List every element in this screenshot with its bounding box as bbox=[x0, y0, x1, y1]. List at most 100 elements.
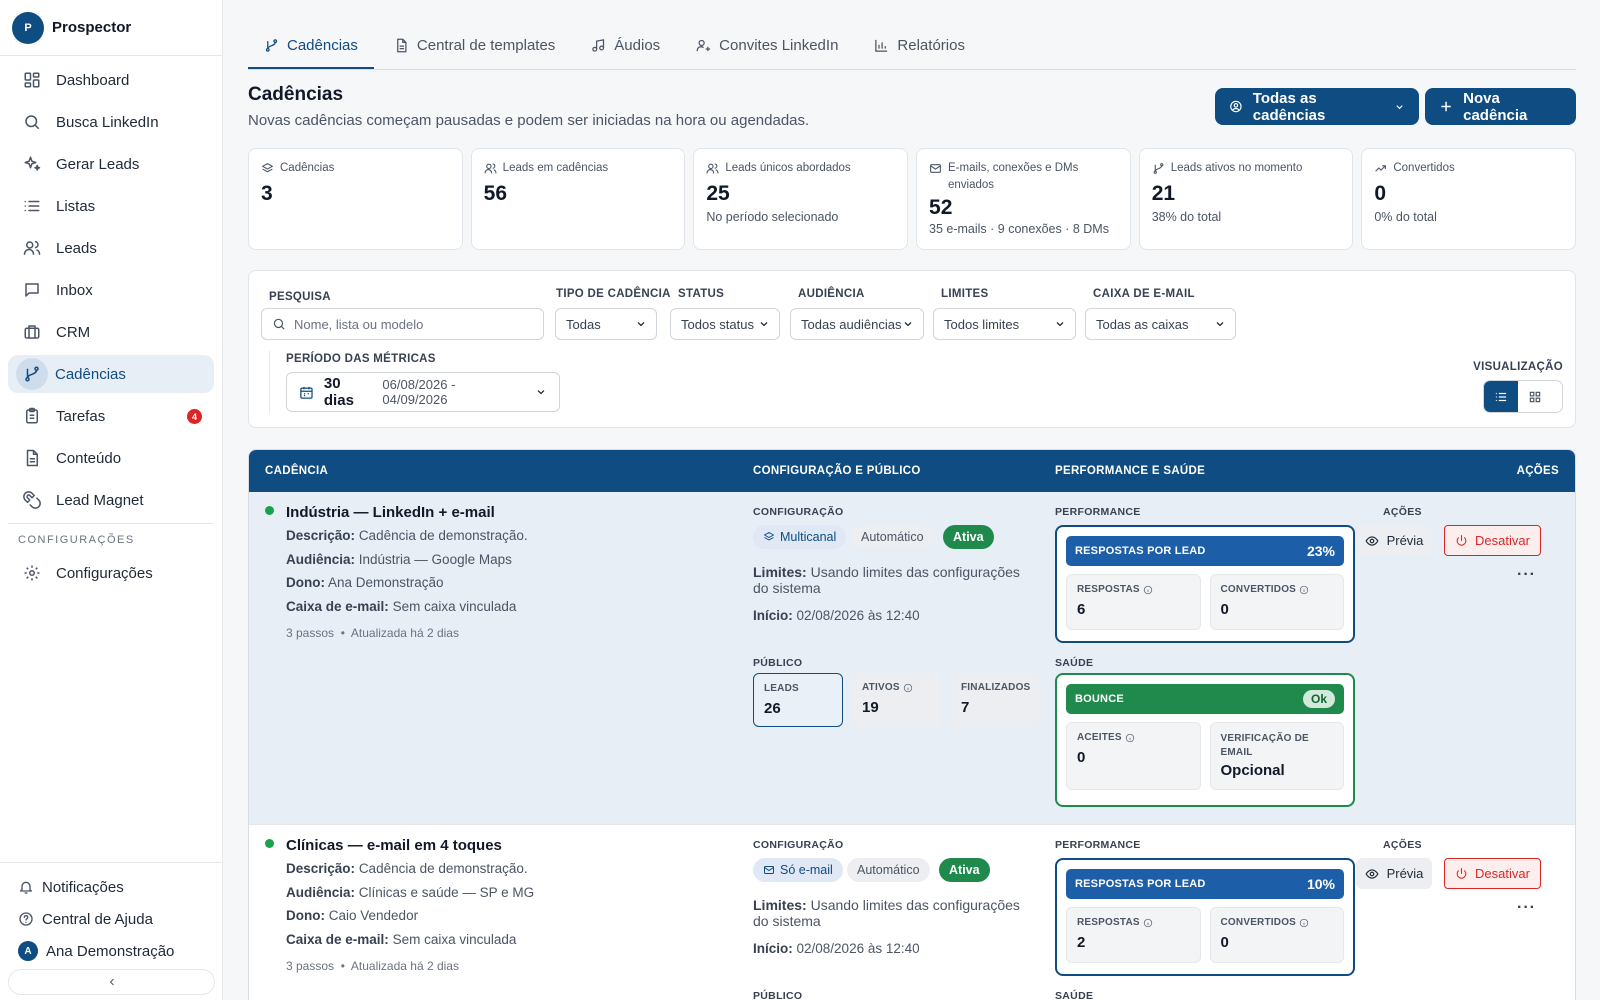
branch-icon bbox=[1152, 162, 1165, 175]
cadence-inbox: Caixa de e-mail: Sem caixa vinculada bbox=[286, 599, 516, 614]
sidebar-item-busca-linkedin[interactable]: Busca LinkedIn bbox=[8, 103, 214, 141]
new-cadence-button[interactable]: Nova cadência bbox=[1425, 88, 1576, 125]
info-icon bbox=[903, 683, 913, 693]
info-icon bbox=[1125, 733, 1135, 743]
section-label: PERFORMANCE bbox=[1055, 506, 1141, 518]
converted-stat: CONVERTIDOS 0 bbox=[1209, 574, 1344, 630]
collapse-sidebar-button[interactable] bbox=[8, 969, 215, 995]
filters-panel: PESQUISA Nome, lista ou modelo TIPO DE C… bbox=[248, 270, 1576, 428]
table-row[interactable]: Indústria — LinkedIn + e-mail Descrição:… bbox=[249, 492, 1575, 825]
more-options-icon[interactable]: ··· bbox=[1517, 566, 1536, 584]
deactivate-label: Desativar bbox=[1475, 866, 1530, 881]
stat-label: RESPOSTAS bbox=[1077, 917, 1140, 928]
sidebar-item-gerar-leads[interactable]: Gerar Leads bbox=[8, 145, 214, 183]
clipboard-icon bbox=[23, 407, 41, 425]
tab-label: Cadências bbox=[287, 37, 358, 54]
sidebar-item-cadencias[interactable]: Cadências bbox=[8, 355, 214, 393]
deactivate-button[interactable]: Desativar bbox=[1444, 858, 1541, 889]
help-icon bbox=[18, 911, 34, 927]
list-view-button[interactable] bbox=[1484, 381, 1518, 412]
period-picker[interactable]: 30 dias 06/08/2026 - 04/09/2026 bbox=[286, 372, 560, 412]
mail-icon bbox=[763, 864, 775, 876]
field-key: Caixa de e-mail: bbox=[286, 932, 389, 947]
sidebar-item-lead-magnet[interactable]: Lead Magnet bbox=[8, 481, 214, 519]
leads-stat[interactable]: LEADS 26 bbox=[753, 673, 843, 727]
responses-per-lead-header: RESPOSTAS POR LEAD 10% bbox=[1066, 869, 1344, 899]
sidebar-item-dashboard[interactable]: Dashboard bbox=[8, 61, 214, 99]
cadence-description: Descrição: Cadência de demonstração. bbox=[286, 861, 528, 876]
cadences-table: CADÊNCIA CONFIGURAÇÃO E PÚBLICO PERFORMA… bbox=[248, 449, 1576, 1000]
metric-label: RESPOSTAS POR LEAD bbox=[1075, 545, 1206, 557]
stat-value: 2 bbox=[1077, 934, 1086, 951]
search-input[interactable]: Nome, lista ou modelo bbox=[261, 308, 544, 340]
audiencia-select[interactable]: Todas audiências bbox=[790, 308, 924, 340]
status-badge: Ativa bbox=[943, 525, 994, 549]
page-subtitle: Novas cadências começam pausadas e podem… bbox=[248, 112, 810, 129]
dashboard-icon bbox=[23, 71, 41, 89]
tab-label: Central de templates bbox=[416, 37, 556, 54]
section-label: PÚBLICO bbox=[753, 657, 803, 669]
field-value: Cadência de demonstração. bbox=[358, 861, 528, 876]
sidebar-item-label: Lead Magnet bbox=[56, 491, 144, 509]
stat-card-leads-em-cadencias: Leads em cadências 56 bbox=[470, 148, 686, 250]
help-center-link[interactable]: Central de Ajuda bbox=[0, 903, 222, 935]
sidebar-item-tarefas[interactable]: Tarefas 4 bbox=[8, 397, 214, 435]
sidebar-item-label: Conteúdo bbox=[56, 449, 122, 467]
field-key: Audiência: bbox=[286, 885, 356, 900]
tab-relatorios[interactable]: Relatórios bbox=[858, 24, 981, 69]
search-icon bbox=[272, 317, 286, 331]
status-select[interactable]: Todos status bbox=[670, 308, 780, 340]
tab-convites-linkedin[interactable]: Convites LinkedIn bbox=[680, 24, 854, 69]
search-label: PESQUISA bbox=[269, 291, 331, 303]
grid-view-button[interactable] bbox=[1518, 381, 1552, 412]
cadence-name[interactable]: Indústria — LinkedIn + e-mail bbox=[286, 504, 495, 521]
deactivate-label: Desativar bbox=[1475, 533, 1530, 548]
stat-sub: No período selecionado bbox=[706, 210, 839, 224]
sidebar-item-label: Tarefas bbox=[56, 407, 106, 425]
preview-button[interactable]: Prévia bbox=[1356, 858, 1432, 889]
tab-cadencias[interactable]: Cadências bbox=[248, 24, 374, 69]
field-value: Caio Vendedor bbox=[328, 908, 419, 923]
tipo-select[interactable]: Todas bbox=[555, 308, 657, 340]
caixa-select[interactable]: Todas as caixas bbox=[1085, 308, 1236, 340]
mode-chip: Automático bbox=[847, 858, 930, 882]
more-options-icon[interactable]: ··· bbox=[1517, 899, 1536, 917]
user-menu[interactable]: A Ana Demonstração bbox=[0, 935, 222, 967]
cadence-audience: Audiência: Clínicas e saúde — SP e MG bbox=[286, 885, 534, 900]
brand[interactable]: P Prospector bbox=[0, 0, 222, 56]
briefcase-icon bbox=[23, 323, 41, 341]
tab-central-de-templates[interactable]: Central de templates bbox=[378, 24, 571, 69]
limites-select[interactable]: Todos limites bbox=[933, 308, 1076, 340]
deactivate-button[interactable]: Desativar bbox=[1444, 525, 1541, 556]
ativos-stat[interactable]: ATIVOS 19 bbox=[852, 673, 942, 727]
sidebar-item-configuracoes[interactable]: Configurações bbox=[8, 554, 214, 592]
sidebar-item-inbox[interactable]: Inbox bbox=[8, 271, 214, 309]
tab-audios[interactable]: Áudios bbox=[575, 24, 676, 69]
field-key: Limites: bbox=[753, 897, 807, 913]
table-row[interactable]: Clínicas — e-mail em 4 toques Descrição:… bbox=[249, 825, 1575, 1000]
sidebar-item-conteudo[interactable]: Conteúdo bbox=[8, 439, 214, 477]
sidebar-item-listas[interactable]: Listas bbox=[8, 187, 214, 225]
preview-button[interactable]: Prévia bbox=[1356, 525, 1432, 556]
health-card: BOUNCE Ok ACEITES 0 VERIFICAÇÃO DE EMAIL Op… bbox=[1055, 673, 1355, 807]
channel-chip: Multicanal bbox=[753, 525, 847, 549]
stat-label: Cadências bbox=[280, 162, 335, 174]
section-label: AÇÕES bbox=[1383, 839, 1422, 851]
preview-label: Prévia bbox=[1386, 866, 1424, 881]
field-value: Sem caixa vinculada bbox=[392, 599, 517, 614]
notifications-link[interactable]: Notificações bbox=[0, 871, 222, 903]
stat-label: VERIFICAÇÃO DE EMAIL bbox=[1220, 733, 1309, 758]
cadence-meta: 3 passos • Atualizada há 2 dias bbox=[286, 959, 459, 973]
field-value: 02/08/2026 às 12:40 bbox=[796, 608, 920, 623]
sidebar-item-crm[interactable]: CRM bbox=[8, 313, 214, 351]
sidebar-item-leads[interactable]: Leads bbox=[8, 229, 214, 267]
mode-chip: Automático bbox=[851, 525, 934, 549]
finalizados-stat[interactable]: FINALIZADOS 7 bbox=[951, 673, 1041, 727]
column-header: AÇÕES bbox=[1516, 465, 1559, 477]
start-text: Início: 02/08/2026 às 12:40 bbox=[753, 941, 920, 956]
all-cadences-dropdown[interactable]: Todas as cadências bbox=[1215, 88, 1419, 125]
info-icon bbox=[1299, 585, 1309, 595]
cadence-name[interactable]: Clínicas — e-mail em 4 toques bbox=[286, 837, 502, 854]
magnet-icon bbox=[23, 491, 41, 509]
stat-sub: 35 e-mails · 9 conexões · 8 DMs bbox=[929, 222, 1109, 236]
